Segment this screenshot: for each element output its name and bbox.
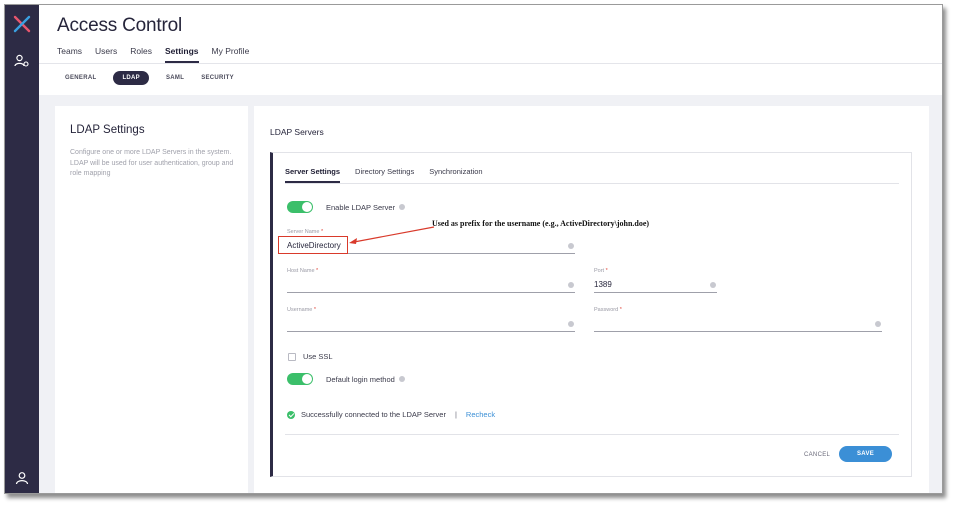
settings-subtabs: GENERAL LDAP SAML SECURITY <box>65 71 251 85</box>
tab-settings[interactable]: Settings <box>164 46 199 63</box>
required-mark: * <box>313 307 317 313</box>
enable-ldap-row: Enable LDAP Server <box>326 203 406 212</box>
status-separator: | <box>454 410 457 419</box>
cancel-button[interactable]: CANCEL <box>804 452 830 458</box>
port-field[interactable]: 1389 <box>594 278 717 293</box>
required-mark: * <box>316 268 319 274</box>
tab-my-profile[interactable]: My Profile <box>212 46 250 63</box>
required-mark: * <box>320 229 324 235</box>
required-mark: * <box>605 268 608 274</box>
server-panel-tabs: Server Settings Directory Settings Synch… <box>285 167 899 184</box>
required-mark: * <box>619 307 622 313</box>
password-label: Password <box>594 307 619 313</box>
host-name-label-row: Host Name * <box>287 268 318 274</box>
recheck-link[interactable]: Recheck <box>466 410 495 419</box>
x-logo-icon[interactable] <box>12 14 32 34</box>
username-label-row: Username * <box>287 307 316 313</box>
server-name-label: Server Name <box>287 229 320 235</box>
tab-teams[interactable]: Teams <box>57 46 82 63</box>
subtab-ldap[interactable]: LDAP <box>113 71 149 85</box>
tab-users[interactable]: Users <box>95 46 117 63</box>
users-icon[interactable] <box>14 54 30 68</box>
app-window: Access Control Teams Users Roles Setting… <box>4 4 943 494</box>
subtab-general[interactable]: GENERAL <box>65 75 96 81</box>
default-login-toggle[interactable] <box>287 373 313 385</box>
default-login-row: Default login method <box>326 375 405 384</box>
ldap-settings-card: LDAP Settings Configure one or more LDAP… <box>55 106 248 493</box>
annotation-highlight-box <box>278 236 348 254</box>
ldap-settings-description: Configure one or more LDAP Servers in th… <box>70 149 234 177</box>
status-message: Successfully connected to the LDAP Serve… <box>301 410 446 419</box>
server-panel: Server Settings Directory Settings Synch… <box>270 152 912 477</box>
subtab-security[interactable]: SECURITY <box>201 75 234 81</box>
info-icon[interactable] <box>568 282 574 288</box>
info-icon[interactable] <box>710 282 716 288</box>
password-field[interactable] <box>594 317 882 332</box>
side-rail <box>5 5 39 493</box>
port-label: Port <box>594 268 605 274</box>
main-tabs: Teams Users Roles Settings My Profile <box>57 46 262 63</box>
default-login-label: Default login method <box>326 375 395 384</box>
server-name-label-row: Server Name * <box>287 229 323 235</box>
username-field[interactable] <box>287 317 575 332</box>
ldap-servers-card: LDAP Servers Server Settings Directory S… <box>254 106 929 493</box>
host-name-field[interactable] <box>287 278 575 293</box>
tab-roles[interactable]: Roles <box>130 46 152 63</box>
tab-directory-settings[interactable]: Directory Settings <box>355 167 414 183</box>
footer-divider <box>285 434 899 435</box>
info-icon[interactable] <box>875 321 881 327</box>
password-label-row: Password * <box>594 307 622 313</box>
info-icon[interactable] <box>398 376 405 383</box>
ldap-servers-title: LDAP Servers <box>270 127 324 137</box>
enable-ldap-label: Enable LDAP Server <box>326 203 396 212</box>
use-ssl-checkbox[interactable] <box>288 353 296 361</box>
enable-ldap-toggle[interactable] <box>287 201 313 213</box>
port-value: 1389 <box>594 280 612 289</box>
account-icon[interactable] <box>15 471 29 485</box>
annotation-text: Used as prefix for the username (e.g., A… <box>432 219 650 228</box>
page-title: Access Control <box>57 15 182 36</box>
ldap-settings-title: LDAP Settings <box>70 124 145 136</box>
check-circle-icon <box>287 410 295 419</box>
page-header: Access Control Teams Users Roles Setting… <box>39 5 942 95</box>
host-name-label: Host Name <box>287 268 315 274</box>
subtab-saml[interactable]: SAML <box>166 75 184 81</box>
use-ssl-label: Use SSL <box>303 352 333 361</box>
info-icon[interactable] <box>399 204 406 211</box>
tab-server-settings[interactable]: Server Settings <box>285 167 341 183</box>
port-label-row: Port * <box>594 268 608 274</box>
connection-status: Successfully connected to the LDAP Serve… <box>287 410 495 419</box>
annotation-arrow <box>349 226 435 244</box>
tabs-divider <box>39 63 942 64</box>
info-icon[interactable] <box>568 243 574 249</box>
tab-synchronization[interactable]: Synchronization <box>429 167 482 183</box>
info-icon[interactable] <box>568 321 574 327</box>
username-label: Username <box>287 307 313 313</box>
save-button[interactable]: SAVE <box>839 446 892 462</box>
